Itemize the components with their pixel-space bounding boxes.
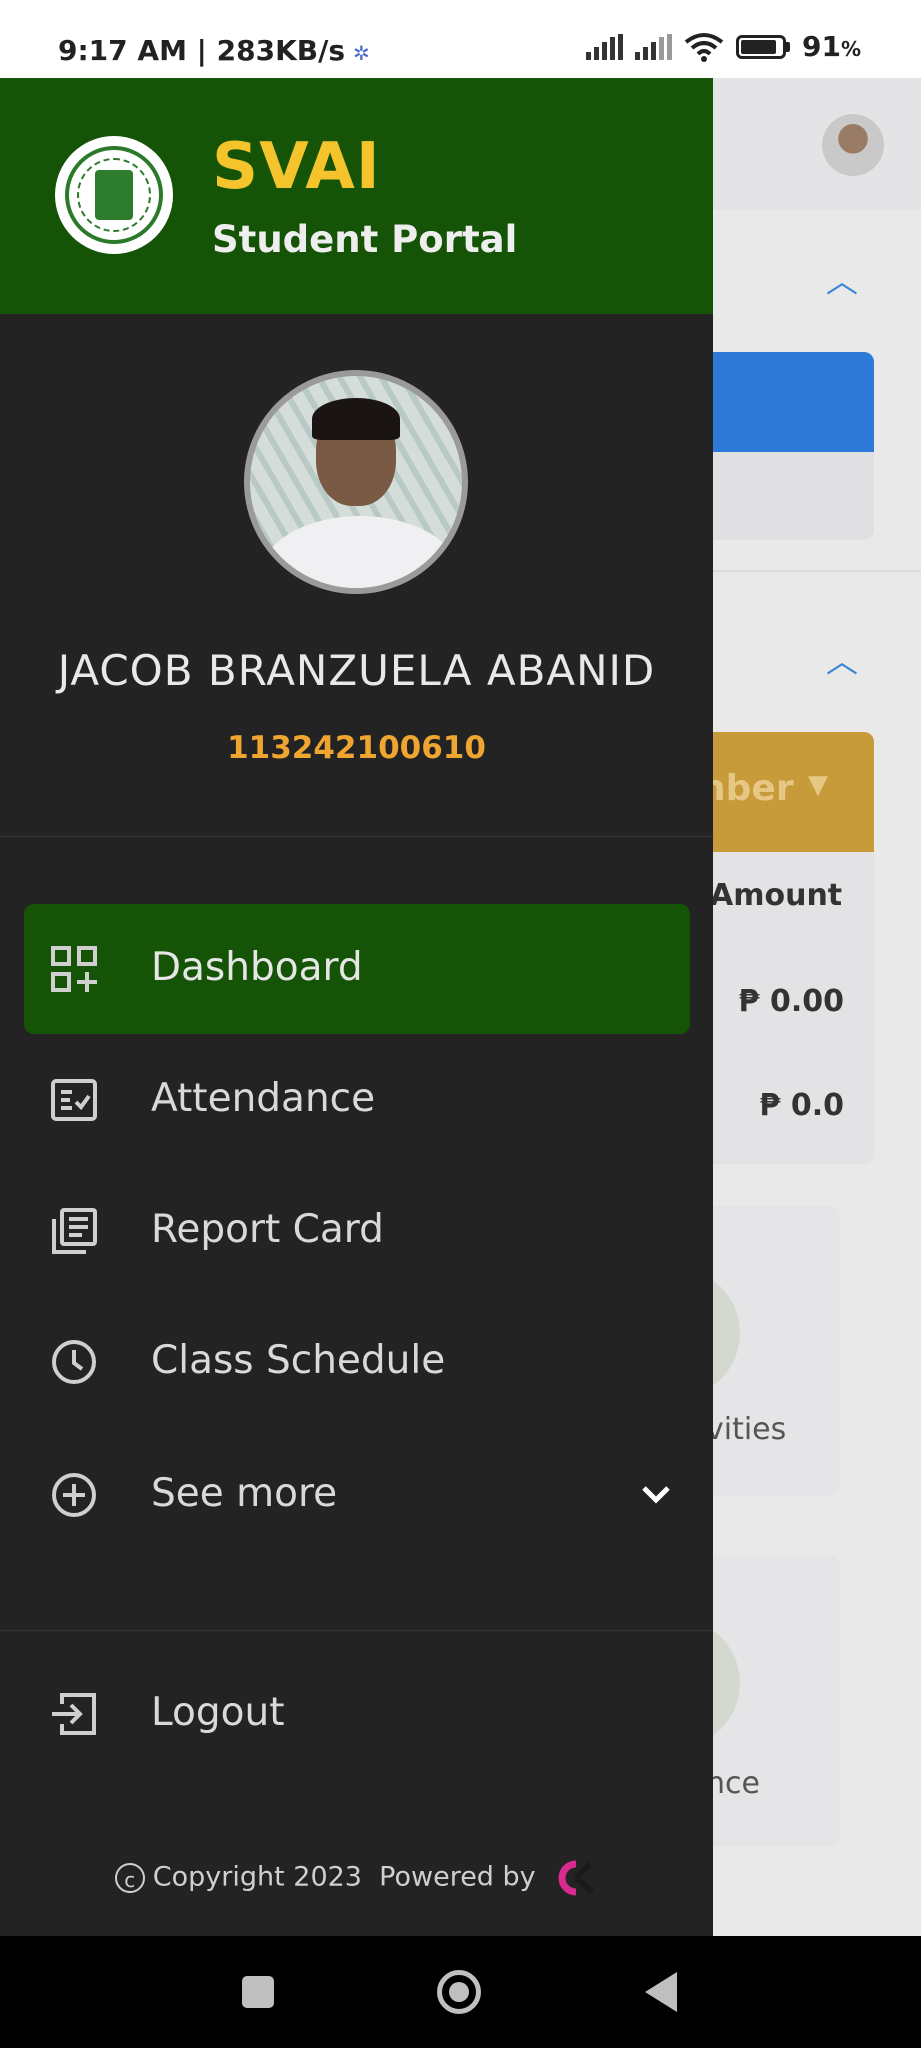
status-bar: 9:17 AM | 283KB/s ✲ 91%	[0, 0, 921, 78]
profile-photo[interactable]	[244, 370, 468, 594]
logout-icon	[52, 1693, 96, 1735]
footer: c Copyright 2023 Powered by	[0, 1860, 713, 1896]
activities-label: vities	[706, 1412, 787, 1447]
amount-row-2: ₱ 0.0	[759, 1088, 844, 1123]
signal-icon-2	[634, 33, 672, 60]
wifi-icon	[684, 32, 724, 62]
nav-label-attendance: Attendance	[151, 1076, 376, 1121]
status-icons: 91%	[585, 30, 861, 63]
navigation-drawer: SVAI Student Portal JACOB BRANZUELA ABAN…	[0, 78, 713, 1936]
powered-by-text: Powered by	[379, 1861, 536, 1893]
amount-header: Amount	[710, 878, 843, 913]
recents-button[interactable]	[242, 1976, 274, 2008]
logout-button[interactable]: Logout	[24, 1649, 690, 1779]
chevron-up-icon-2[interactable]: ︿	[826, 636, 858, 682]
background-month-header[interactable]: nber ▼	[700, 732, 874, 852]
copyright-icon: c	[114, 1863, 145, 1893]
attendance-label: nce	[706, 1766, 760, 1801]
back-button[interactable]	[645, 1972, 677, 2012]
checklist-icon	[51, 1079, 97, 1121]
copyright-text: Copyright 2023	[152, 1861, 362, 1893]
brand-title: SVAI	[212, 130, 381, 204]
nav-label-dashboard: Dashboard	[151, 945, 363, 990]
clock-icon	[52, 1340, 96, 1384]
background-avatar[interactable]	[822, 114, 884, 176]
nav-label-class-schedule: Class Schedule	[151, 1338, 446, 1383]
background-card	[700, 452, 874, 540]
nav-item-class-schedule[interactable]: Class Schedule	[24, 1297, 690, 1427]
signal-icon	[585, 33, 623, 60]
provider-logo-icon[interactable]	[554, 1860, 598, 1896]
student-id: 113242100610	[227, 730, 486, 766]
system-navigation-bar	[0, 1936, 921, 2048]
drawer-header: SVAI Student Portal	[0, 78, 713, 314]
background-divider	[700, 570, 921, 572]
amount-row-1: ₱ 0.00	[738, 984, 844, 1019]
divider	[0, 836, 713, 837]
student-name: JACOB BRANZUELA ABANID	[57, 646, 656, 695]
dashboard-icon	[51, 946, 97, 992]
chevron-up-icon[interactable]: ︿	[826, 256, 858, 302]
school-logo	[55, 136, 173, 254]
plus-circle-icon	[52, 1473, 96, 1517]
settings-icon: ✲	[353, 41, 370, 65]
battery-percent: 91%	[801, 30, 861, 63]
divider-2	[0, 1630, 713, 1631]
nav-label-see-more: See more	[151, 1471, 338, 1516]
report-card-icon	[52, 1208, 97, 1254]
background-blue-card	[700, 352, 874, 452]
battery-icon	[735, 34, 790, 59]
nav-item-see-more[interactable]: See more	[24, 1430, 690, 1560]
nav-item-report-card[interactable]: Report Card	[24, 1166, 690, 1296]
nav-item-dashboard[interactable]: Dashboard	[24, 904, 690, 1034]
nav-item-attendance[interactable]: Attendance	[24, 1035, 690, 1165]
nav-label-report-card: Report Card	[151, 1207, 384, 1252]
background-amount-table: Amount ₱ 0.00 ₱ 0.0	[700, 852, 874, 1164]
status-time-speed: 9:17 AM | 283KB/s ✲	[58, 34, 370, 67]
brand-subtitle: Student Portal	[212, 218, 518, 261]
logout-label: Logout	[151, 1690, 285, 1735]
chevron-down-icon[interactable]	[636, 1474, 676, 1514]
home-button[interactable]	[437, 1970, 481, 2014]
